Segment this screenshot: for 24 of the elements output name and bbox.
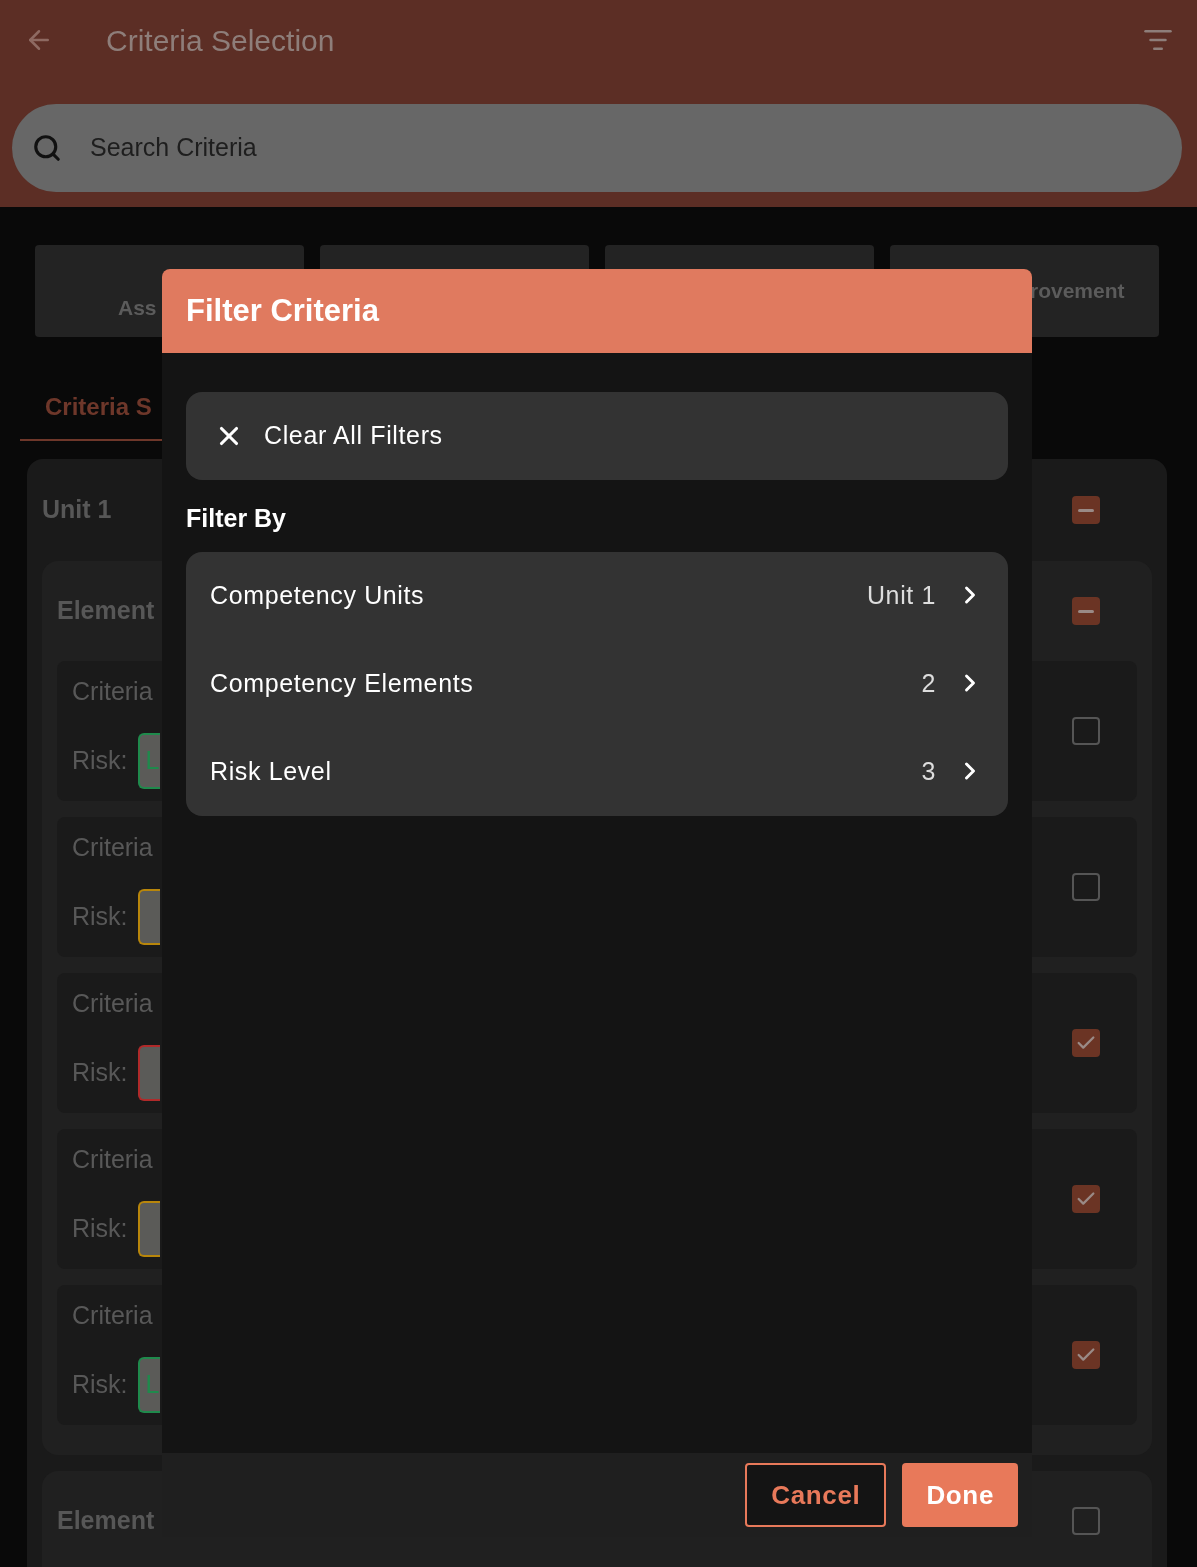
risk-label: Risk: [72, 1057, 128, 1088]
dialog-title: Filter Criteria [186, 291, 379, 330]
filter-value: 2 [921, 667, 936, 699]
criteria-name: Criteria [72, 1144, 154, 1176]
filter-label: Competency Units [210, 579, 426, 611]
criteria-name: Criteria [72, 1300, 154, 1332]
filter-label: Competency Elements [210, 667, 475, 699]
criteria-name: Criteria [72, 832, 154, 864]
risk-badge: L [137, 1356, 160, 1413]
tile-label: Ass [118, 295, 157, 321]
criteria-name: Criteria [72, 676, 154, 708]
filter-value: 3 [921, 755, 936, 787]
page-title: Criteria Selection [106, 22, 335, 59]
risk-label: Risk: [72, 1369, 128, 1400]
criteria-name: Criteria [72, 988, 154, 1020]
section-title: Filter By [186, 504, 287, 532]
tile-label: rovement [1030, 278, 1125, 304]
filter-value: Unit 1 [866, 579, 936, 611]
risk-label: Risk: [72, 745, 128, 776]
risk-label: Risk: [72, 1213, 128, 1244]
risk-badge: L [137, 732, 160, 789]
filter-label: Risk Level [210, 755, 333, 787]
unit-title: Unit 1 [42, 494, 112, 526]
risk-label: Risk: [72, 901, 128, 932]
